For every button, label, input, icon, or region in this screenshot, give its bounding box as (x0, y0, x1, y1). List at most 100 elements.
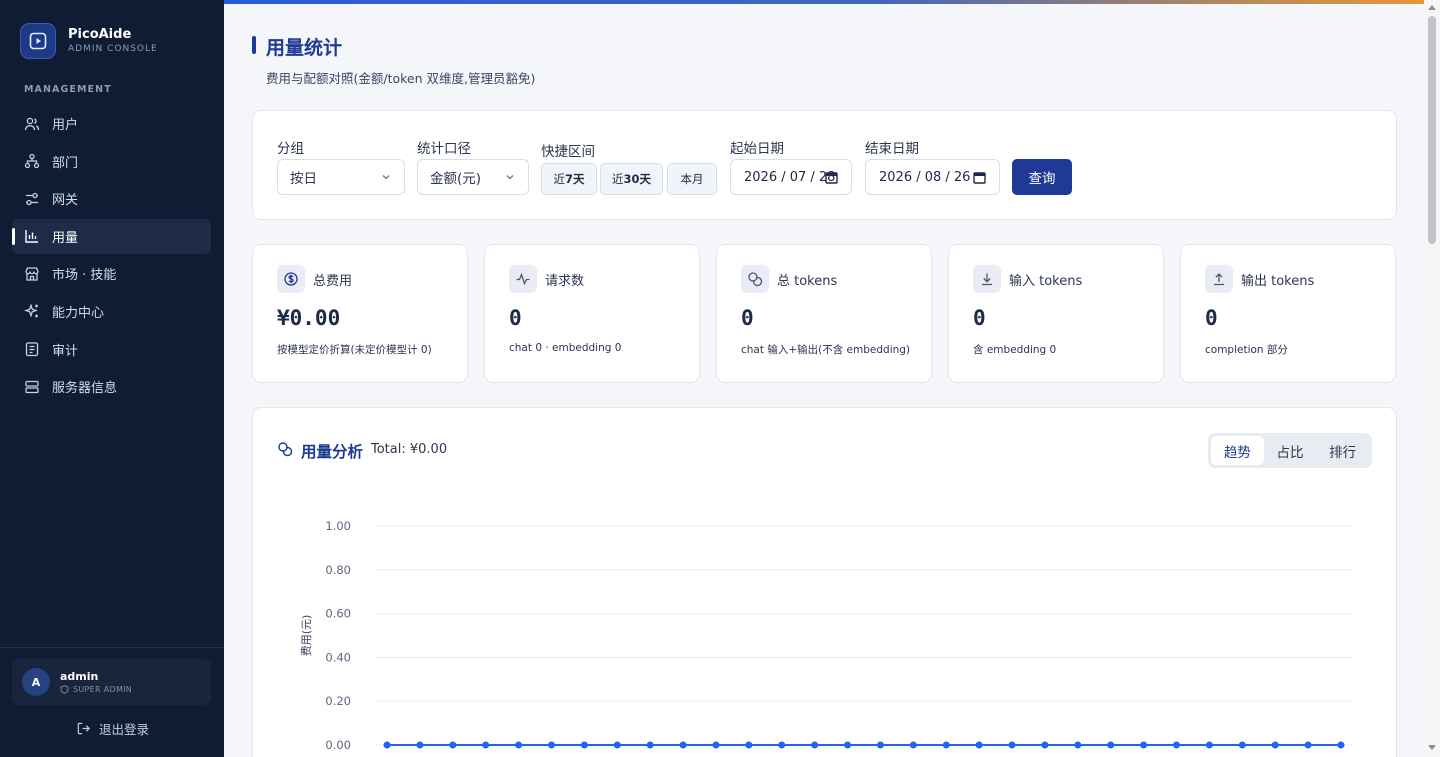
dollar-icon (277, 265, 305, 293)
y-tick-label: 0.60 (325, 607, 351, 621)
analysis-total: Total: ¥0.00 (371, 442, 448, 457)
data-point (1008, 741, 1016, 749)
upload-icon (1205, 265, 1233, 293)
sparkle-icon (24, 303, 40, 319)
stat-value: 0 (1205, 306, 1218, 330)
tab-trend[interactable]: 趋势 (1211, 436, 1264, 465)
user-name: admin (60, 669, 99, 683)
data-point (942, 741, 950, 749)
sidebar-item-departments[interactable]: 部门 (12, 144, 211, 179)
quick-30-label: 30天 (623, 172, 651, 186)
brand[interactable]: PicoAide ADMIN CONSOLE (20, 23, 158, 59)
sidebar-item-usage[interactable]: 用量 (12, 218, 211, 254)
stat-card-input-tokens: 输入 tokens 0 含 embedding 0 (948, 244, 1164, 383)
data-point (712, 741, 720, 749)
quick-range-label: 快捷区间 (541, 144, 595, 160)
scrollbar[interactable] (1424, 0, 1440, 757)
quick-month-label: 本月 (680, 172, 704, 186)
data-point (778, 741, 786, 749)
data-point (1041, 741, 1049, 749)
sidebar-item-users[interactable]: 用户 (12, 106, 211, 141)
sidebar-item-capability-center[interactable]: 能力中心 (12, 294, 211, 329)
page-title: 用量统计 (266, 37, 343, 59)
data-point (1271, 741, 1279, 749)
main-content: 用量统计 费用与配额对照(金额/token 双维度,管理员豁免) 分组 按日 统… (224, 4, 1424, 757)
stat-label: 请求数 (545, 274, 585, 289)
data-point (482, 741, 490, 749)
data-point (449, 741, 457, 749)
y-tick-label: 0.00 (325, 738, 351, 752)
sidebar-item-gateway[interactable]: 网关 (12, 181, 211, 216)
start-date-input[interactable]: 2026 / 07 / 28 (730, 159, 852, 195)
calendar-icon[interactable] (825, 171, 838, 188)
query-button[interactable]: 查询 (1012, 159, 1072, 195)
scroll-up-arrow-icon[interactable] (1428, 5, 1436, 10)
end-date-value: 2026 / 08 / 26 (879, 169, 971, 185)
tab-share[interactable]: 占比 (1264, 436, 1317, 465)
stat-card-output-tokens: 输出 tokens 0 completion 部分 (1180, 244, 1396, 383)
stat-value: ¥0.00 (277, 306, 341, 330)
y-tick-label: 0.20 (325, 694, 351, 708)
usage-analysis-panel: 用量分析 Total: ¥0.00 趋势 占比 排行 1.00 0.80 0.60 0… (252, 407, 1397, 757)
sidebar-item-market-skills[interactable]: 市场 · 技能 (12, 256, 211, 291)
stat-note: 按模型定价折算(未定价模型计 0) (277, 344, 432, 356)
user-card[interactable]: A admin SUPER ADMIN (12, 659, 211, 705)
quick-30-days-button[interactable]: 近 30天 (600, 163, 663, 195)
data-point (1173, 741, 1181, 749)
group-select-value: 按日 (290, 171, 317, 187)
metric-select[interactable]: 金额(元) (417, 159, 529, 195)
sidebar-item-label: 部门 (52, 155, 79, 171)
analysis-title: 用量分析 (301, 443, 364, 461)
data-point (1205, 741, 1213, 749)
data-point (1337, 741, 1345, 749)
stat-card-total-tokens: 总 tokens 0 chat 输入+输出(不含 embedding) (716, 244, 932, 383)
calendar-icon[interactable] (973, 171, 986, 188)
sidebar-divider (0, 647, 224, 648)
shield-icon (60, 685, 69, 694)
stat-note: chat 输入+输出(不含 embedding) (741, 344, 911, 356)
quick-prefix: 近 (553, 172, 565, 186)
stat-note: chat 0 · embedding 0 (509, 342, 622, 354)
brand-subtitle: ADMIN CONSOLE (68, 44, 158, 54)
sidebar-item-audit[interactable]: 审计 (12, 332, 211, 367)
stat-note: 含 embedding 0 (973, 344, 1057, 356)
end-date-label: 结束日期 (865, 141, 919, 157)
download-icon (973, 265, 1001, 293)
sidebar-item-server-info[interactable]: 服务器信息 (12, 369, 211, 404)
tab-ranking[interactable]: 排行 (1316, 436, 1369, 465)
org-chart-icon (24, 153, 40, 169)
logout-label: 退出登录 (99, 722, 150, 737)
avatar: A (22, 668, 50, 696)
data-point (844, 741, 852, 749)
data-point (1304, 741, 1312, 749)
end-date-input[interactable]: 2026 / 08 / 26 (865, 159, 1000, 195)
chevron-down-icon (504, 171, 516, 187)
data-point (876, 741, 884, 749)
sidebar: PicoAide ADMIN CONSOLE MANAGEMENT 用户 部门 … (0, 0, 224, 757)
data-point (909, 741, 917, 749)
bar-chart-icon (24, 228, 40, 244)
metric-label: 统计口径 (417, 141, 471, 157)
sliders-icon (24, 191, 40, 207)
users-icon (24, 116, 40, 132)
quick-7-label: 7天 (564, 172, 585, 186)
stat-card-requests: 请求数 0 chat 0 · embedding 0 (484, 244, 700, 383)
group-select[interactable]: 按日 (277, 159, 405, 195)
y-axis-label: 费用(元) (300, 615, 313, 657)
sidebar-item-label: 市场 · 技能 (52, 268, 117, 284)
quick-this-month-button[interactable]: 本月 (667, 163, 717, 195)
quick-7-days-button[interactable]: 近 7天 (541, 163, 597, 195)
stat-label: 输入 tokens (1009, 274, 1083, 289)
data-point (416, 741, 424, 749)
scroll-down-arrow-icon[interactable] (1428, 745, 1436, 750)
data-point (1140, 741, 1148, 749)
scrollbar-thumb[interactable] (1428, 16, 1436, 244)
start-date-label: 起始日期 (730, 141, 784, 157)
data-point (383, 741, 391, 749)
coins-icon (277, 441, 293, 461)
stat-value: 0 (509, 306, 522, 330)
group-label: 分组 (277, 141, 304, 157)
sidebar-item-label: 网关 (52, 193, 79, 209)
user-role-row: SUPER ADMIN (60, 684, 132, 696)
logout-button[interactable]: 退出登录 (76, 719, 149, 738)
